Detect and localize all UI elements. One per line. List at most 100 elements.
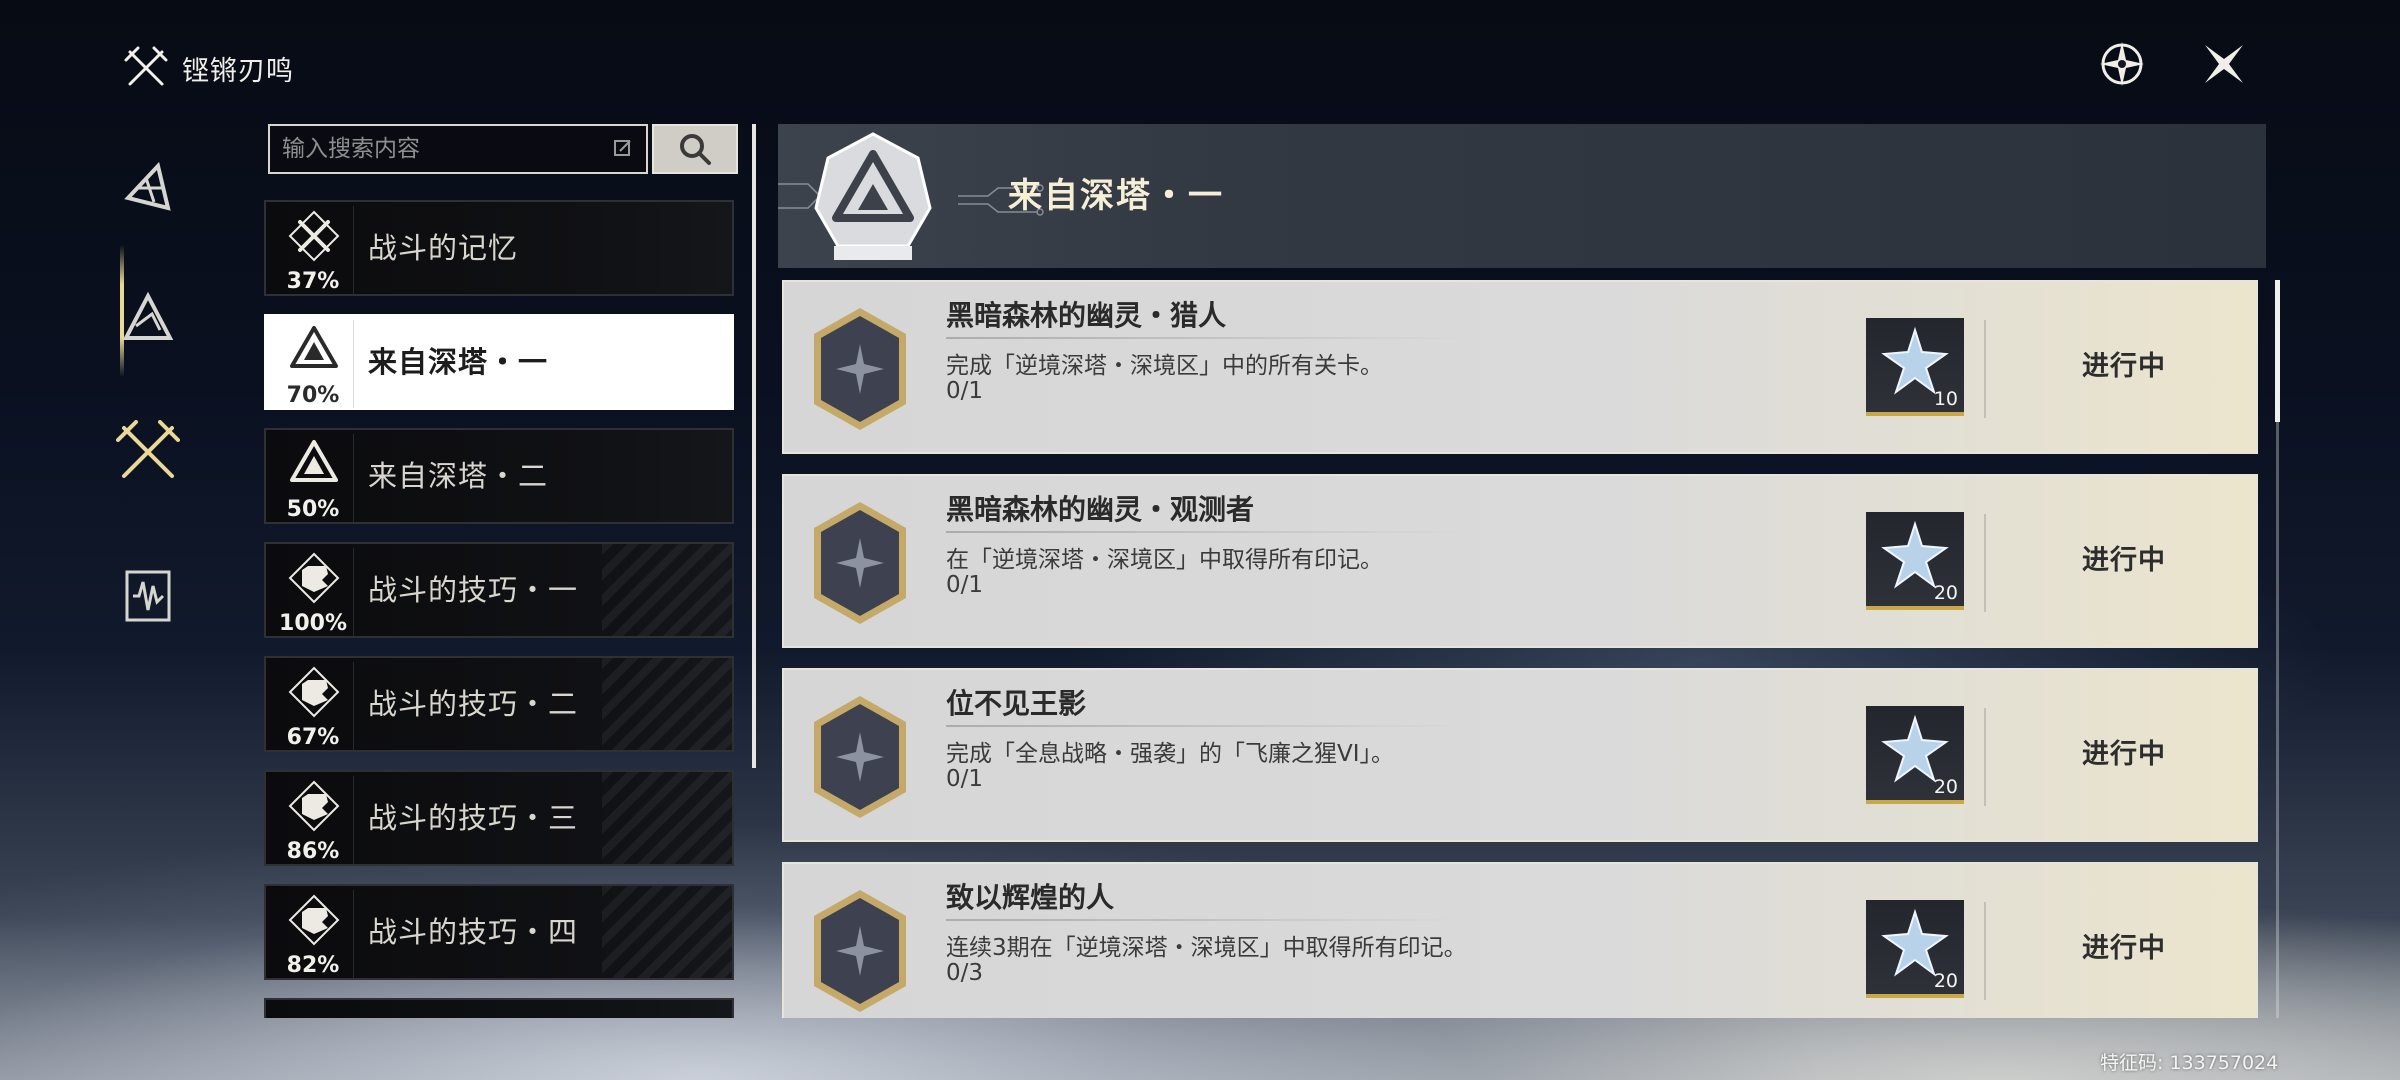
achievement-title: 黑暗森林的幽灵・猎人 bbox=[946, 299, 1227, 332]
search-icon bbox=[680, 134, 711, 165]
feature-code: 特征码: 133757024 bbox=[2100, 1052, 2279, 1074]
category-badge: 100% bbox=[272, 548, 354, 636]
category-item-deep-tower-2[interactable]: 50% 来自深塔・二 bbox=[264, 428, 734, 524]
triangle-glyph-icon bbox=[124, 161, 171, 211]
achievement-card[interactable]: 黑暗森林的幽灵・猎人 完成「逆境深塔・深境区」中的所有关卡。 0/1 10 进行… bbox=[782, 280, 2258, 454]
nav-item-4[interactable] bbox=[110, 558, 186, 634]
reward-item[interactable]: 20 bbox=[1866, 512, 1964, 610]
category-item-combat-skill-1[interactable]: 100% 战斗的技巧・一 bbox=[264, 542, 734, 638]
search-button[interactable] bbox=[652, 124, 738, 174]
achievement-progress: 0/3 bbox=[946, 960, 984, 986]
achievement-description: 连续3期在「逆境深塔・深境区」中取得所有印记。 bbox=[946, 935, 1467, 961]
mountain-glyph-icon bbox=[122, 291, 174, 340]
category-percent: 70% bbox=[286, 383, 340, 408]
category-badge: 50% bbox=[272, 434, 354, 522]
fist-badge-icon bbox=[288, 552, 340, 604]
achievement-description: 在「逆境深塔・深境区」中取得所有印记。 bbox=[946, 547, 1383, 573]
title-divider bbox=[946, 919, 1466, 921]
category-item-combat-skill-3[interactable]: 86% 战斗的技巧・三 bbox=[264, 770, 734, 866]
status-divider bbox=[1984, 514, 1986, 612]
achievement-card[interactable]: 致以辉煌的人 连续3期在「逆境深塔・深境区」中取得所有印记。 0/3 20 进行… bbox=[782, 862, 2258, 1018]
status-divider bbox=[1984, 708, 1986, 806]
category-item-combat-skill-2[interactable]: 67% 战斗的技巧・二 bbox=[264, 656, 734, 752]
search-input[interactable] bbox=[282, 136, 612, 162]
category-name: 战斗的技巧・三 bbox=[368, 801, 579, 835]
list-divider bbox=[752, 124, 756, 768]
close-button[interactable] bbox=[2196, 36, 2252, 92]
category-name: 来自深塔・一 bbox=[368, 345, 549, 379]
title-divider bbox=[946, 337, 1466, 339]
reward-quantity: 20 bbox=[1933, 970, 1958, 992]
crossed-swords-icon bbox=[116, 420, 180, 478]
achievement-badge-icon bbox=[814, 890, 906, 1012]
category-item-partial[interactable] bbox=[264, 998, 734, 1018]
search-field[interactable] bbox=[268, 124, 648, 174]
category-list: 37% 战斗的记忆 70% 来自深塔・一 50% 来自深塔・二 100% 战斗的… bbox=[264, 200, 736, 1018]
reward-quantity: 20 bbox=[1933, 776, 1958, 798]
category-percent: 37% bbox=[286, 269, 340, 294]
nav-active-indicator bbox=[120, 245, 124, 377]
category-percent: 86% bbox=[286, 839, 340, 864]
swords-badge-icon bbox=[288, 210, 340, 262]
achievement-badge-icon bbox=[814, 502, 906, 624]
achievement-title: 黑暗森林的幽灵・观测者 bbox=[946, 493, 1255, 526]
category-name: 来自深塔・二 bbox=[368, 459, 549, 493]
category-badge: 67% bbox=[272, 662, 354, 750]
detail-title: 来自深塔・一 bbox=[1008, 176, 1224, 216]
reward-quantity: 10 bbox=[1933, 388, 1958, 410]
reward-quantity: 20 bbox=[1933, 582, 1958, 604]
category-percent: 100% bbox=[279, 611, 347, 636]
nav-item-3-active[interactable] bbox=[110, 414, 186, 490]
nav-rail bbox=[110, 150, 240, 622]
achievement-badge-icon bbox=[814, 308, 906, 430]
category-name: 战斗的技巧・二 bbox=[368, 687, 579, 721]
category-percent: 67% bbox=[286, 725, 340, 750]
scrollbar-thumb[interactable] bbox=[2275, 280, 2280, 422]
category-item-battle-memory[interactable]: 37% 战斗的记忆 bbox=[264, 200, 734, 296]
achievement-progress: 0/1 bbox=[946, 572, 984, 598]
category-item-combat-skill-4[interactable]: 82% 战斗的技巧・四 bbox=[264, 884, 734, 980]
reward-item[interactable]: 20 bbox=[1866, 900, 1964, 998]
reward-item[interactable]: 10 bbox=[1866, 318, 1964, 416]
close-icon bbox=[2205, 45, 2243, 83]
achievement-card[interactable]: 黑暗森林的幽灵・观测者 在「逆境深塔・深境区」中取得所有印记。 0/1 20 进… bbox=[782, 474, 2258, 648]
app-title: 铿锵刃鸣 bbox=[124, 46, 294, 90]
category-percent: 82% bbox=[286, 953, 340, 978]
fist-badge-icon bbox=[288, 780, 340, 832]
compass-button[interactable] bbox=[2094, 36, 2150, 92]
category-badge: 86% bbox=[272, 776, 354, 864]
achievement-title: 位不见王影 bbox=[946, 687, 1087, 720]
title-divider bbox=[946, 725, 1466, 727]
achievement-status: 进行中 bbox=[2082, 933, 2166, 964]
reward-item[interactable]: 20 bbox=[1866, 706, 1964, 804]
star-crystal-icon bbox=[1881, 520, 1949, 589]
achievement-card[interactable]: 位不见王影 完成「全息战略・强袭」的「飞廉之猩VI」。 0/1 20 进行中 bbox=[782, 668, 2258, 842]
tower-badge-icon bbox=[290, 440, 338, 482]
achievement-badge-icon bbox=[814, 696, 906, 818]
category-name: 战斗的技巧・四 bbox=[368, 915, 579, 949]
tower-emblem-icon bbox=[814, 132, 932, 260]
status-divider bbox=[1984, 320, 1986, 418]
category-item-deep-tower-1[interactable]: 70% 来自深塔・一 bbox=[264, 314, 734, 410]
category-name: 战斗的技巧・一 bbox=[368, 573, 579, 607]
star-crystal-icon bbox=[1881, 326, 1949, 395]
title-divider bbox=[946, 531, 1466, 533]
achievement-description: 完成「逆境深塔・深境区」中的所有关卡。 bbox=[946, 353, 1383, 379]
achievement-list: 黑暗森林的幽灵・猎人 完成「逆境深塔・深境区」中的所有关卡。 0/1 10 进行… bbox=[782, 280, 2262, 1018]
star-crystal-icon bbox=[1881, 714, 1949, 783]
category-name: 战斗的记忆 bbox=[368, 231, 519, 265]
achievement-progress: 0/1 bbox=[946, 378, 984, 404]
fist-badge-icon bbox=[288, 666, 340, 718]
app-title-text: 铿锵刃鸣 bbox=[182, 55, 294, 87]
achievement-status: 进行中 bbox=[2082, 351, 2166, 382]
achievement-description: 完成「全息战略・强袭」的「飞廉之猩VI」。 bbox=[946, 741, 1395, 767]
nav-item-1[interactable] bbox=[110, 150, 186, 226]
achievement-progress: 0/1 bbox=[946, 766, 984, 792]
detail-header: 来自深塔・一 bbox=[778, 124, 2266, 268]
category-badge: 37% bbox=[272, 206, 354, 294]
tower-badge-icon bbox=[290, 326, 338, 368]
waveform-card-icon bbox=[125, 570, 171, 622]
fist-badge-icon bbox=[288, 894, 340, 946]
category-percent: 50% bbox=[286, 497, 340, 522]
star-crystal-icon bbox=[1881, 908, 1949, 977]
